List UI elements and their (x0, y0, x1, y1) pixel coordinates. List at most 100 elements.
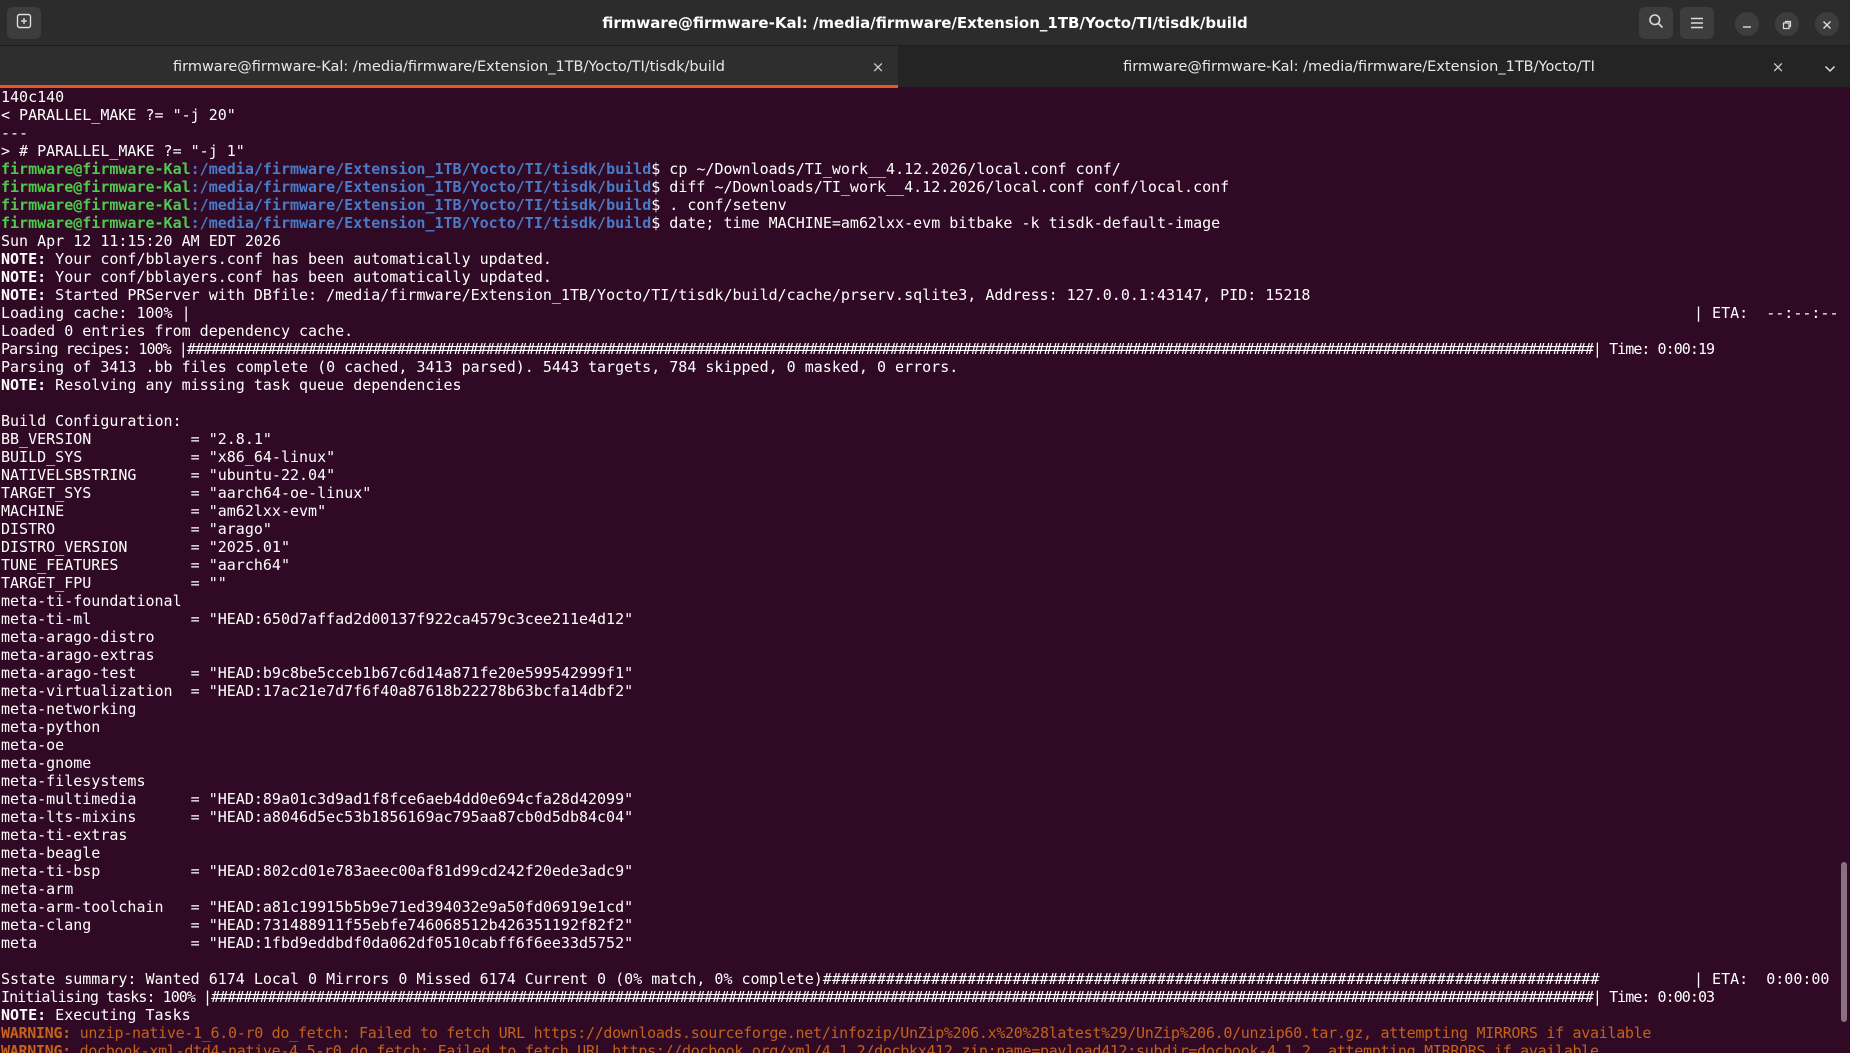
build-config-line: meta-virtualization = "HEAD:17ac21e7d7f6… (1, 682, 634, 700)
prompt-path: :/media/firmware/Extension_1TB/Yocto/TI/… (190, 214, 652, 232)
search-button[interactable] (1639, 7, 1673, 39)
build-config-line: meta-arago-test = "HEAD:b9c8be5cceb1b67c… (1, 664, 634, 682)
build-config-line: meta-multimedia = "HEAD:89a01c3d9ad1f8fc… (1, 790, 634, 808)
prompt-user: firmware@firmware-Kal (1, 196, 191, 214)
terminal-line: 140c140 (1, 88, 65, 106)
warning-label: WARNING: (1, 1042, 71, 1053)
parsing-progress-line: Parsing recipes: 100% |#################… (1, 340, 1715, 358)
build-config-line: MACHINE = "am62lxx-evm" (1, 502, 327, 520)
note-line: NOTE: Your conf/bblayers.conf has been a… (1, 250, 552, 268)
build-config-line: meta-networking (1, 700, 137, 718)
terminal-line: --- (1, 124, 29, 142)
build-config-line: BUILD_SYS = "x86_64-linux" (1, 448, 336, 466)
prompt-user: firmware@firmware-Kal (1, 178, 191, 196)
build-config-line: meta-gnome (1, 754, 92, 772)
build-config-line: TARGET_SYS = "aarch64-oe-linux" (1, 484, 372, 502)
tab-ti[interactable]: firmware@firmware-Kal: /media/firmware/E… (898, 46, 1820, 88)
build-config-line: meta-lts-mixins = "HEAD:a8046d5ec53b1856… (1, 808, 634, 826)
note-line: NOTE: Started PRServer with DBfile: /med… (1, 286, 1310, 304)
note-label: NOTE: (1, 376, 47, 394)
build-config-line: meta-arago-extras (1, 646, 155, 664)
tab-close-button[interactable]: × (868, 57, 888, 77)
note-label: NOTE: (1, 250, 47, 268)
minimize-button[interactable] (1735, 12, 1759, 36)
build-config-line: meta-python (1, 718, 101, 736)
warning-text: unzip-native-1_6.0-r0 do_fetch: Failed t… (70, 1024, 1652, 1042)
note-line: NOTE: Resolving any missing task queue d… (1, 376, 462, 394)
main-menu-button[interactable] (1680, 7, 1714, 39)
tab-bar: firmware@firmware-Kal: /media/firmware/E… (0, 46, 1850, 88)
new-tab-button[interactable] (7, 7, 41, 39)
command-text: diff ~/Downloads/TI_work__4.12.2026/loca… (669, 178, 1230, 196)
terminal-line: < PARALLEL_MAKE ?= "-j 20" (1, 106, 236, 124)
tab-close-button[interactable]: × (1768, 57, 1788, 77)
build-config-line: meta-arm (1, 880, 74, 898)
warning-text: docbook-xml-dtd4-native-4.5-r0 do_fetch:… (70, 1042, 1599, 1053)
close-window-button[interactable] (1815, 12, 1839, 36)
tab-label: firmware@firmware-Kal: /media/firmware/E… (1123, 59, 1595, 75)
note-text: Started PRServer with DBfile: /media/fir… (46, 286, 1311, 304)
build-config-line: TUNE_FEATURES = "aarch64" (1, 556, 290, 574)
build-config-line: TARGET_FPU = "" (1, 574, 227, 592)
build-config-line: meta-clang = "HEAD:731488911f55ebfe74606… (1, 916, 634, 934)
maximize-button[interactable] (1775, 12, 1799, 36)
prompt-user: firmware@firmware-Kal (1, 214, 191, 232)
parsing-summary-line: Parsing of 3413 .bb files complete (0 ca… (1, 358, 959, 376)
note-line: NOTE: Executing Tasks (1, 1006, 191, 1024)
build-config-line: NATIVELSBSTRING = "ubuntu-22.04" (1, 466, 336, 484)
prompt-line: firmware@firmware-Kal:/media/firmware/Ex… (1, 160, 1121, 178)
chevron-down-icon (1824, 58, 1836, 77)
note-text: Your conf/bblayers.conf has been automat… (46, 250, 552, 268)
prompt-user: firmware@firmware-Kal (1, 160, 191, 178)
build-config-line: DISTRO_VERSION = "2025.01" (1, 538, 290, 556)
init-tasks-line: Initialising tasks: 100% |##############… (1, 988, 1715, 1006)
close-icon (1822, 15, 1832, 34)
prompt-path: :/media/firmware/Extension_1TB/Yocto/TI/… (190, 196, 652, 214)
prompt-symbol: $ (651, 214, 670, 232)
build-config-line: meta-oe (1, 736, 65, 754)
build-config-line: meta-arago-distro (1, 628, 155, 646)
terminal-scrollbar[interactable] (1838, 88, 1850, 1053)
build-config-line: BB_VERSION = "2.8.1" (1, 430, 272, 448)
build-config-line: meta-ti-foundational (1, 592, 182, 610)
new-tab-icon (16, 13, 32, 33)
prompt-symbol: $ (651, 196, 670, 214)
restore-icon (1782, 15, 1792, 34)
note-text: Resolving any missing task queue depende… (46, 376, 462, 394)
note-text: Executing Tasks (46, 1006, 191, 1024)
command-text: date; time MACHINE=am62lxx-evm bitbake -… (669, 214, 1221, 232)
search-icon (1648, 13, 1664, 33)
scrollbar-thumb[interactable] (1841, 862, 1847, 1022)
note-label: NOTE: (1, 1006, 47, 1024)
prompt-symbol: $ (651, 160, 670, 178)
prompt-line: firmware@firmware-Kal:/media/firmware/Ex… (1, 214, 1220, 232)
prompt-path: :/media/firmware/Extension_1TB/Yocto/TI/… (190, 178, 652, 196)
tab-label: firmware@firmware-Kal: /media/firmware/E… (172, 59, 726, 75)
command-text: . conf/setenv (669, 196, 787, 214)
command-text: cp ~/Downloads/TI_work__4.12.2026/local.… (669, 160, 1121, 178)
sstate-eta: | ETA: 0:00:00 (1694, 970, 1830, 988)
build-config-line: meta-ti-ml = "HEAD:650d7affad2d00137f922… (1, 610, 634, 628)
tab-overflow-button[interactable] (1818, 57, 1842, 77)
warning-line: WARNING: docbook-xml-dtd4-native-4.5-r0 … (1, 1042, 1599, 1053)
prompt-path: :/media/firmware/Extension_1TB/Yocto/TI/… (190, 160, 652, 178)
build-config-line: DISTRO = "arago" (1, 520, 272, 538)
tab-build[interactable]: firmware@firmware-Kal: /media/firmware/E… (0, 46, 898, 88)
terminal-output[interactable]: 140c140 < PARALLEL_MAKE ?= "-j 20" --- >… (0, 88, 1850, 1053)
note-label: NOTE: (1, 286, 47, 304)
note-text: Your conf/bblayers.conf has been automat… (46, 268, 552, 286)
build-config-line: meta-ti-bsp = "HEAD:802cd01e783aeec00af8… (1, 862, 634, 880)
build-config-line: meta-arm-toolchain = "HEAD:a81c19915b5b9… (1, 898, 634, 916)
build-config-line: meta-filesystems (1, 772, 146, 790)
sstate-summary-line: Sstate summary: Wanted 6174 Local 0 Mirr… (1, 970, 1600, 988)
warning-line: WARNING: unzip-native-1_6.0-r0 do_fetch:… (1, 1024, 1651, 1042)
build-config-line: meta = "HEAD:1fbd9eddbdf0da062df0510cabf… (1, 934, 634, 952)
terminal-line: > # PARALLEL_MAKE ?= "-j 1" (1, 142, 245, 160)
note-line: NOTE: Your conf/bblayers.conf has been a… (1, 268, 552, 286)
build-config-line: meta-beagle (1, 844, 101, 862)
prompt-symbol: $ (651, 178, 670, 196)
note-label: NOTE: (1, 268, 47, 286)
prompt-line: firmware@firmware-Kal:/media/firmware/Ex… (1, 196, 787, 214)
loading-eta: | ETA: --:--:-- (1694, 304, 1839, 322)
warning-label: WARNING: (1, 1024, 71, 1042)
